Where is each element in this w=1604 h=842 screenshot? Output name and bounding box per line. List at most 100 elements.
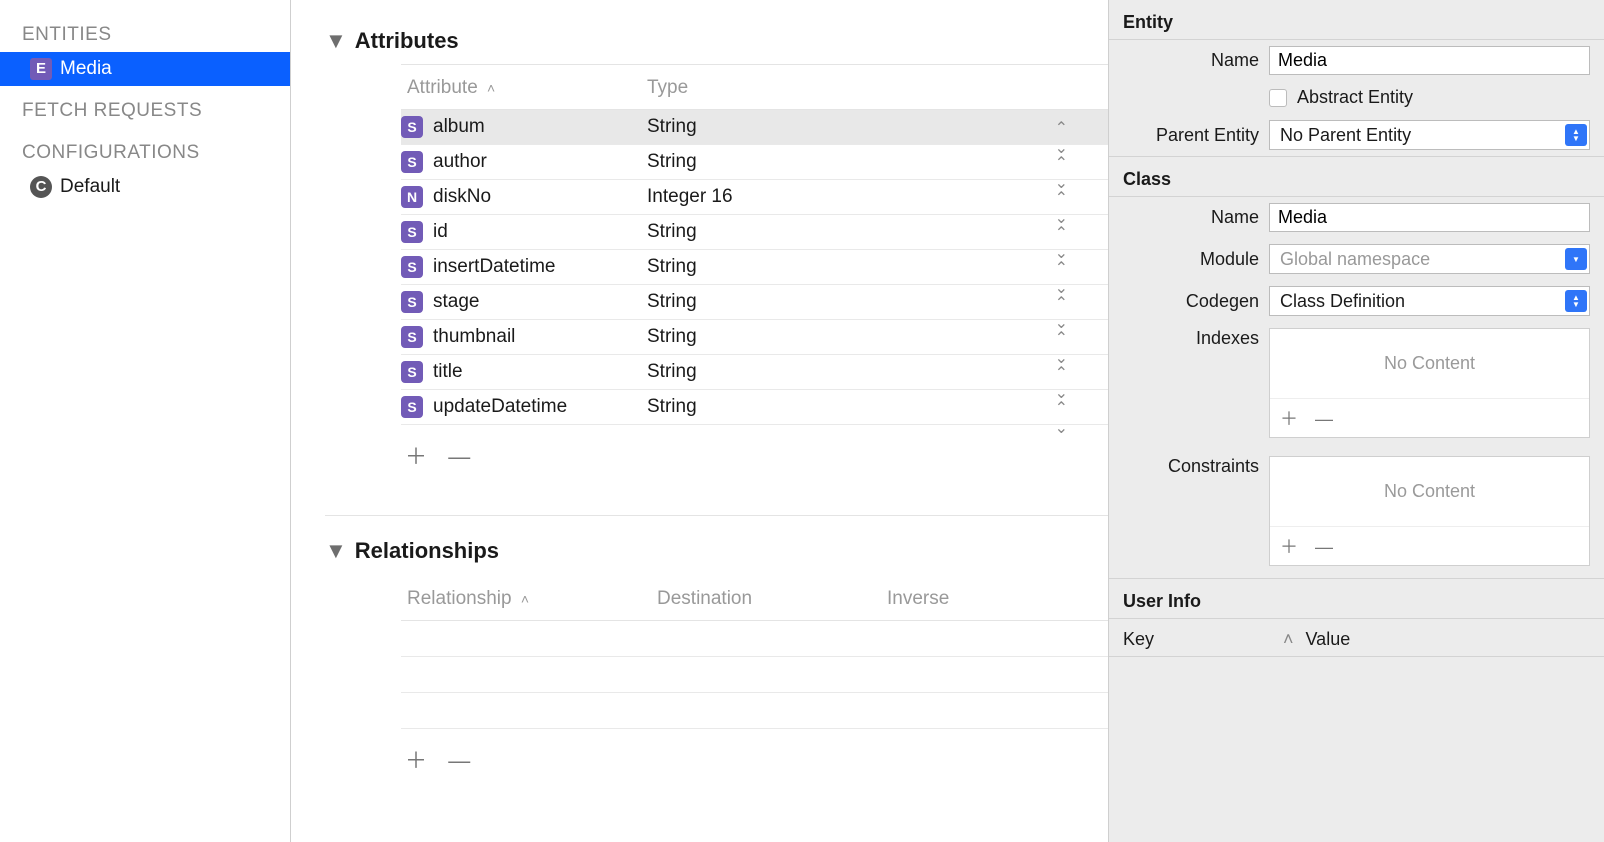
attribute-row[interactable]: StitleString⌃⌄ [401, 355, 1108, 390]
remove-attribute-button[interactable]: — [448, 444, 486, 469]
column-relationship[interactable]: Relationship ˄ [401, 588, 651, 610]
add-attribute-button[interactable]: ＋ [405, 444, 443, 469]
attribute-name: diskNo [433, 186, 641, 208]
sidebar-header-config: CONFIGURATIONS [0, 128, 290, 170]
chevron-updown-icon: ▲▼ [1565, 124, 1587, 146]
attribute-row[interactable]: SauthorString⌃⌄ [401, 145, 1108, 180]
attribute-row[interactable]: NdiskNoInteger 16⌃⌄ [401, 180, 1108, 215]
add-relationship-button[interactable]: ＋ [405, 748, 443, 773]
attribute-row[interactable]: SthumbnailString⌃⌄ [401, 320, 1108, 355]
attribute-type[interactable]: String⌃⌄ [641, 291, 1108, 313]
userinfo-column-headers: Key ˄ Value [1109, 619, 1604, 657]
empty-row[interactable] [401, 621, 1108, 657]
relationship-rows [401, 621, 1108, 729]
sort-caret-icon: ˄ [483, 80, 495, 96]
class-name-label: Name [1123, 207, 1259, 228]
class-module-row: Module Global namespace ▼ [1109, 238, 1604, 280]
codegen-select[interactable]: Class Definition ▲▼ [1269, 286, 1590, 316]
relationships-header[interactable]: ▼ Relationships [291, 538, 1108, 574]
attribute-name: stage [433, 291, 641, 313]
attribute-row[interactable]: SstageString⌃⌄ [401, 285, 1108, 320]
userinfo-key-column[interactable]: Key [1123, 629, 1283, 650]
sidebar-config-default[interactable]: C Default [0, 170, 290, 204]
sidebar-header-entities: ENTITIES [0, 10, 290, 52]
attribute-name: updateDatetime [433, 396, 641, 418]
attribute-name: insertDatetime [433, 256, 641, 278]
attribute-row[interactable]: SidString⌃⌄ [401, 215, 1108, 250]
attribute-type[interactable]: String⌃⌄ [641, 361, 1108, 383]
module-select[interactable]: Global namespace ▼ [1269, 244, 1590, 274]
add-index-button[interactable]: ＋ [1280, 409, 1310, 429]
attribute-type[interactable]: String⌃⌄ [641, 326, 1108, 348]
column-inverse[interactable]: Inverse [881, 588, 1108, 610]
attribute-row[interactable]: SinsertDatetimeString⌃⌄ [401, 250, 1108, 285]
attribute-name: author [433, 151, 641, 173]
indexes-label: Indexes [1123, 328, 1259, 349]
indexes-list[interactable]: No Content ＋ — [1269, 328, 1590, 438]
remove-index-button[interactable]: — [1315, 409, 1345, 429]
attribute-type[interactable]: String⌃⌄ [641, 396, 1108, 418]
constraints-label: Constraints [1123, 456, 1259, 477]
inspector-userinfo-header: User Info [1109, 579, 1604, 619]
attribute-type[interactable]: Integer 16⌃⌄ [641, 186, 1108, 208]
attribute-type[interactable]: String⌃⌄ [641, 221, 1108, 243]
attribute-name: album [433, 116, 641, 138]
relationships-controls: ＋ — [401, 729, 1108, 789]
disclosure-triangle-icon: ▼ [325, 28, 347, 54]
sidebar-entity-media[interactable]: E Media [0, 52, 290, 86]
disclosure-triangle-icon: ▼ [325, 538, 347, 564]
sidebar: ENTITIES E Media FETCH REQUESTS CONFIGUR… [0, 0, 291, 842]
attribute-name: thumbnail [433, 326, 641, 348]
sidebar-header-fetch: FETCH REQUESTS [0, 86, 290, 128]
column-destination[interactable]: Destination [651, 588, 881, 610]
sidebar-config-label: Default [60, 176, 120, 198]
column-type[interactable]: Type [641, 77, 1108, 99]
relationships-title: Relationships [355, 538, 499, 564]
parent-entity-select[interactable]: No Parent Entity ▲▼ [1269, 120, 1590, 150]
empty-row[interactable] [401, 693, 1108, 729]
sidebar-entity-label: Media [60, 58, 112, 80]
type-icon: S [401, 151, 423, 173]
inspector-class-header: Class [1109, 157, 1604, 197]
attribute-type[interactable]: String⌃⌄ [641, 256, 1108, 278]
constraints-row: Constraints No Content ＋ — [1109, 450, 1604, 578]
constraints-list[interactable]: No Content ＋ — [1269, 456, 1590, 566]
attribute-type[interactable]: String⌃⌄ [641, 116, 1108, 138]
add-constraint-button[interactable]: ＋ [1280, 537, 1310, 557]
column-attribute[interactable]: Attribute ˄ [401, 77, 641, 99]
configuration-icon: C [30, 176, 52, 198]
attribute-row[interactable]: SupdateDatetimeString⌃⌄ [401, 390, 1108, 425]
parent-entity-label: Parent Entity [1123, 125, 1259, 146]
chevron-updown-icon: ⌃⌄ [1055, 398, 1068, 438]
type-icon: S [401, 361, 423, 383]
abstract-entity-row: Abstract Entity [1109, 81, 1604, 114]
type-icon: S [401, 326, 423, 348]
type-icon: S [401, 291, 423, 313]
sort-caret-icon: ˄ [1283, 629, 1306, 650]
main-editor: ▼ Attributes Attribute ˄ Type SalbumStri… [291, 0, 1108, 842]
attribute-column-headers: Attribute ˄ Type [401, 65, 1108, 110]
attribute-type[interactable]: String⌃⌄ [641, 151, 1108, 173]
type-icon: S [401, 116, 423, 138]
type-icon: N [401, 186, 423, 208]
class-name-input[interactable] [1269, 203, 1590, 232]
attributes-table: Attribute ˄ Type SalbumString⌃⌄SauthorSt… [401, 64, 1108, 485]
attribute-row[interactable]: SalbumString⌃⌄ [401, 110, 1108, 145]
remove-relationship-button[interactable]: — [448, 748, 486, 773]
relationships-section: ▼ Relationships Relationship ˄ Destinati… [291, 538, 1108, 789]
userinfo-value-column[interactable]: Value [1306, 629, 1590, 650]
relationship-column-headers: Relationship ˄ Destination Inverse [401, 574, 1108, 621]
inspector-entity-header: Entity [1109, 0, 1604, 40]
attributes-header[interactable]: ▼ Attributes [291, 28, 1108, 64]
class-name-row: Name [1109, 197, 1604, 238]
attributes-controls: ＋ — [401, 425, 1108, 485]
remove-constraint-button[interactable]: — [1315, 537, 1345, 557]
abstract-entity-checkbox[interactable] [1269, 89, 1287, 107]
section-separator [325, 515, 1108, 516]
attribute-name: id [433, 221, 641, 243]
sort-caret-icon: ˄ [517, 591, 529, 607]
entity-name-input[interactable] [1269, 46, 1590, 75]
empty-row[interactable] [401, 657, 1108, 693]
type-icon: S [401, 396, 423, 418]
codegen-label: Codegen [1123, 291, 1259, 312]
